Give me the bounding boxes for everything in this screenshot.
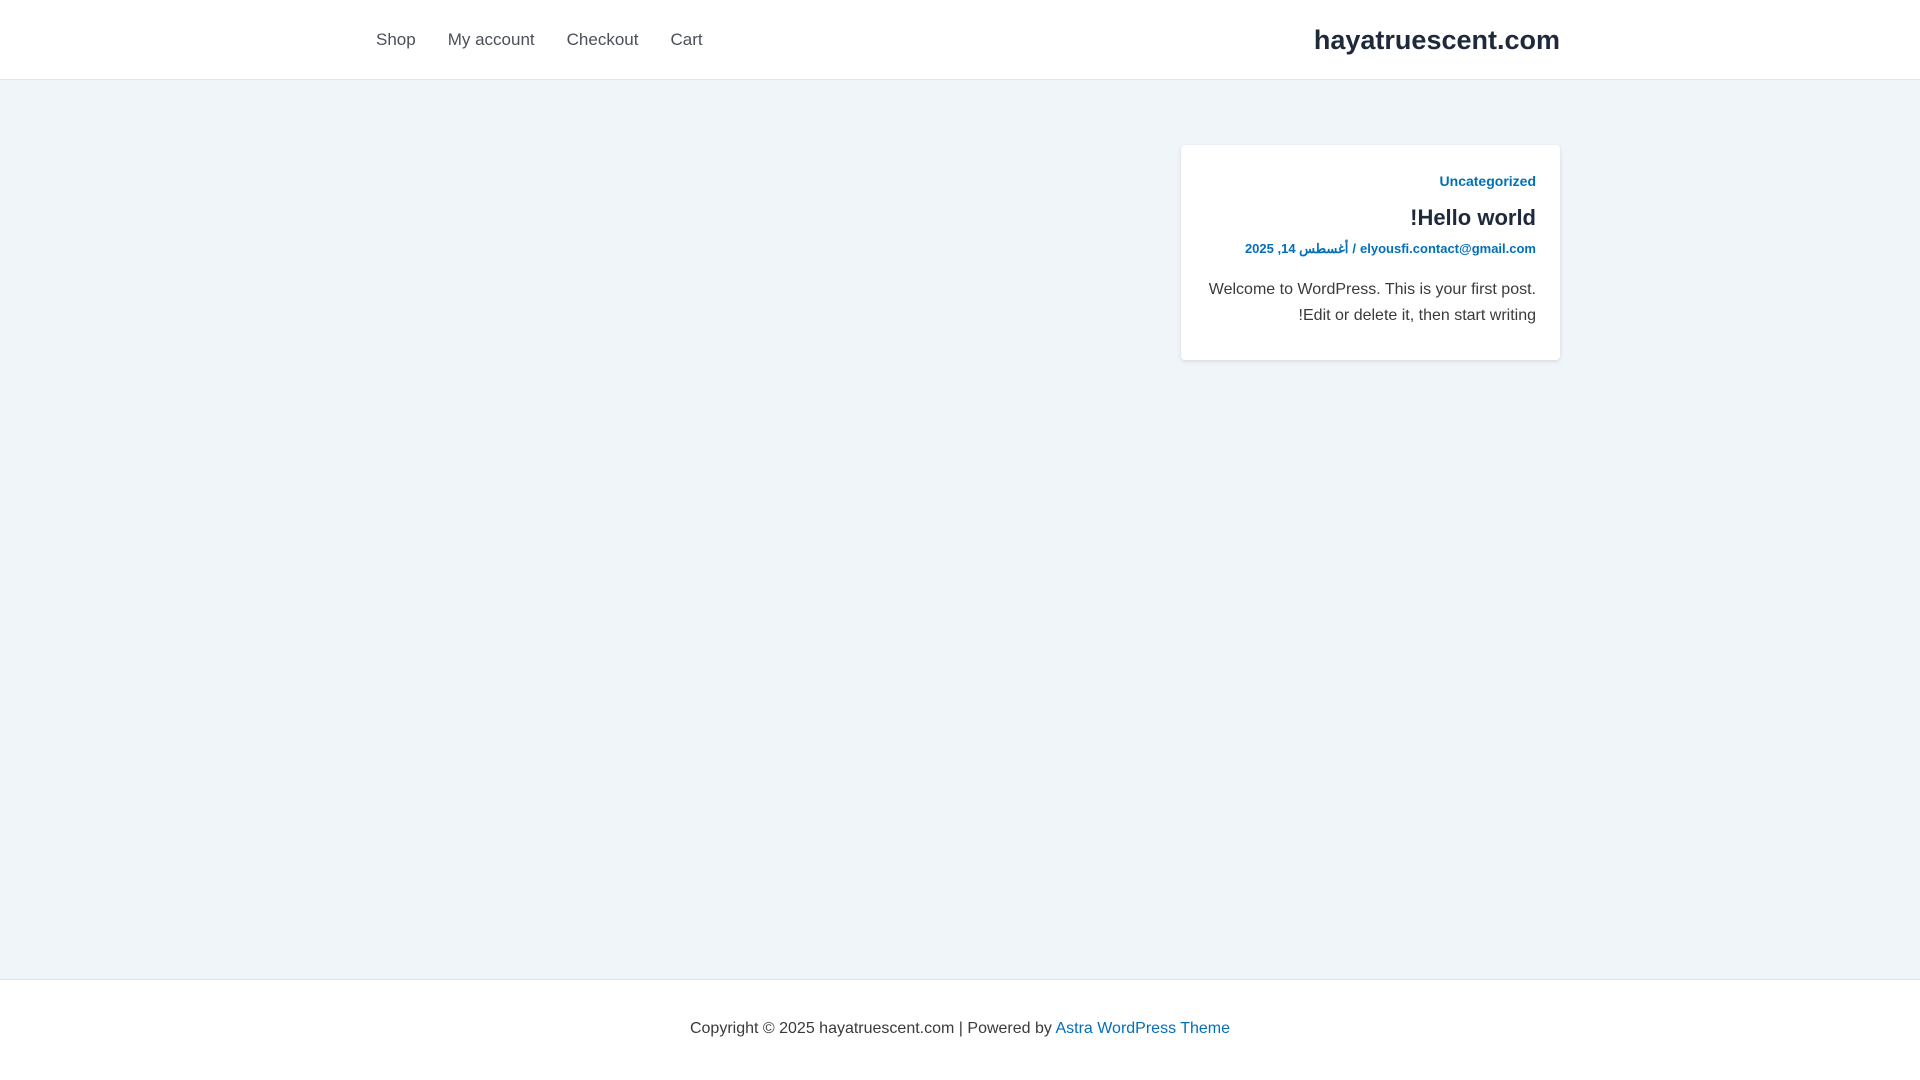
post-title[interactable]: Hello world! — [1205, 205, 1536, 231]
post-category-link[interactable]: Uncategorized — [1205, 173, 1536, 189]
post-meta: أغسطس 14, 2025 /elyousfi.contact@gmail.co… — [1205, 241, 1536, 257]
nav-item-checkout[interactable]: Checkout — [551, 30, 655, 50]
post-author-link[interactable]: elyousfi.contact@gmail.com — [1360, 241, 1536, 256]
site-header: Shop My account Checkout Cart hayatruesc… — [0, 0, 1920, 80]
post-excerpt-line-1: Welcome to WordPress. This is your first… — [1208, 281, 1536, 298]
nav-item-my-account[interactable]: My account — [432, 30, 551, 50]
post-date-link[interactable]: أغسطس 14, 2025 — [1245, 241, 1348, 256]
site-footer: Copyright © 2025 hayatruescent.com | Pow… — [0, 979, 1920, 1080]
meta-separator: / — [1352, 241, 1357, 256]
site-title[interactable]: hayatruescent.com — [1314, 0, 1560, 80]
footer-copyright: Copyright © 2025 hayatruescent.com | Pow… — [0, 1020, 1920, 1038]
primary-navigation: Shop My account Checkout Cart — [360, 0, 719, 80]
post-card: Uncategorized Hello world! أغسطس 14, 202… — [1181, 145, 1560, 360]
footer-copyright-text: Copyright © 2025 hayatruescent.com | Pow… — [689, 1020, 1052, 1037]
nav-item-cart[interactable]: Cart — [654, 30, 718, 50]
nav-item-shop[interactable]: Shop — [360, 30, 432, 50]
post-excerpt: Welcome to WordPress. This is your first… — [1205, 277, 1536, 329]
footer-theme-link[interactable]: Astra WordPress Theme — [1055, 1020, 1230, 1037]
post-excerpt-line-2: Edit or delete it, then start writing! — [1298, 307, 1536, 324]
